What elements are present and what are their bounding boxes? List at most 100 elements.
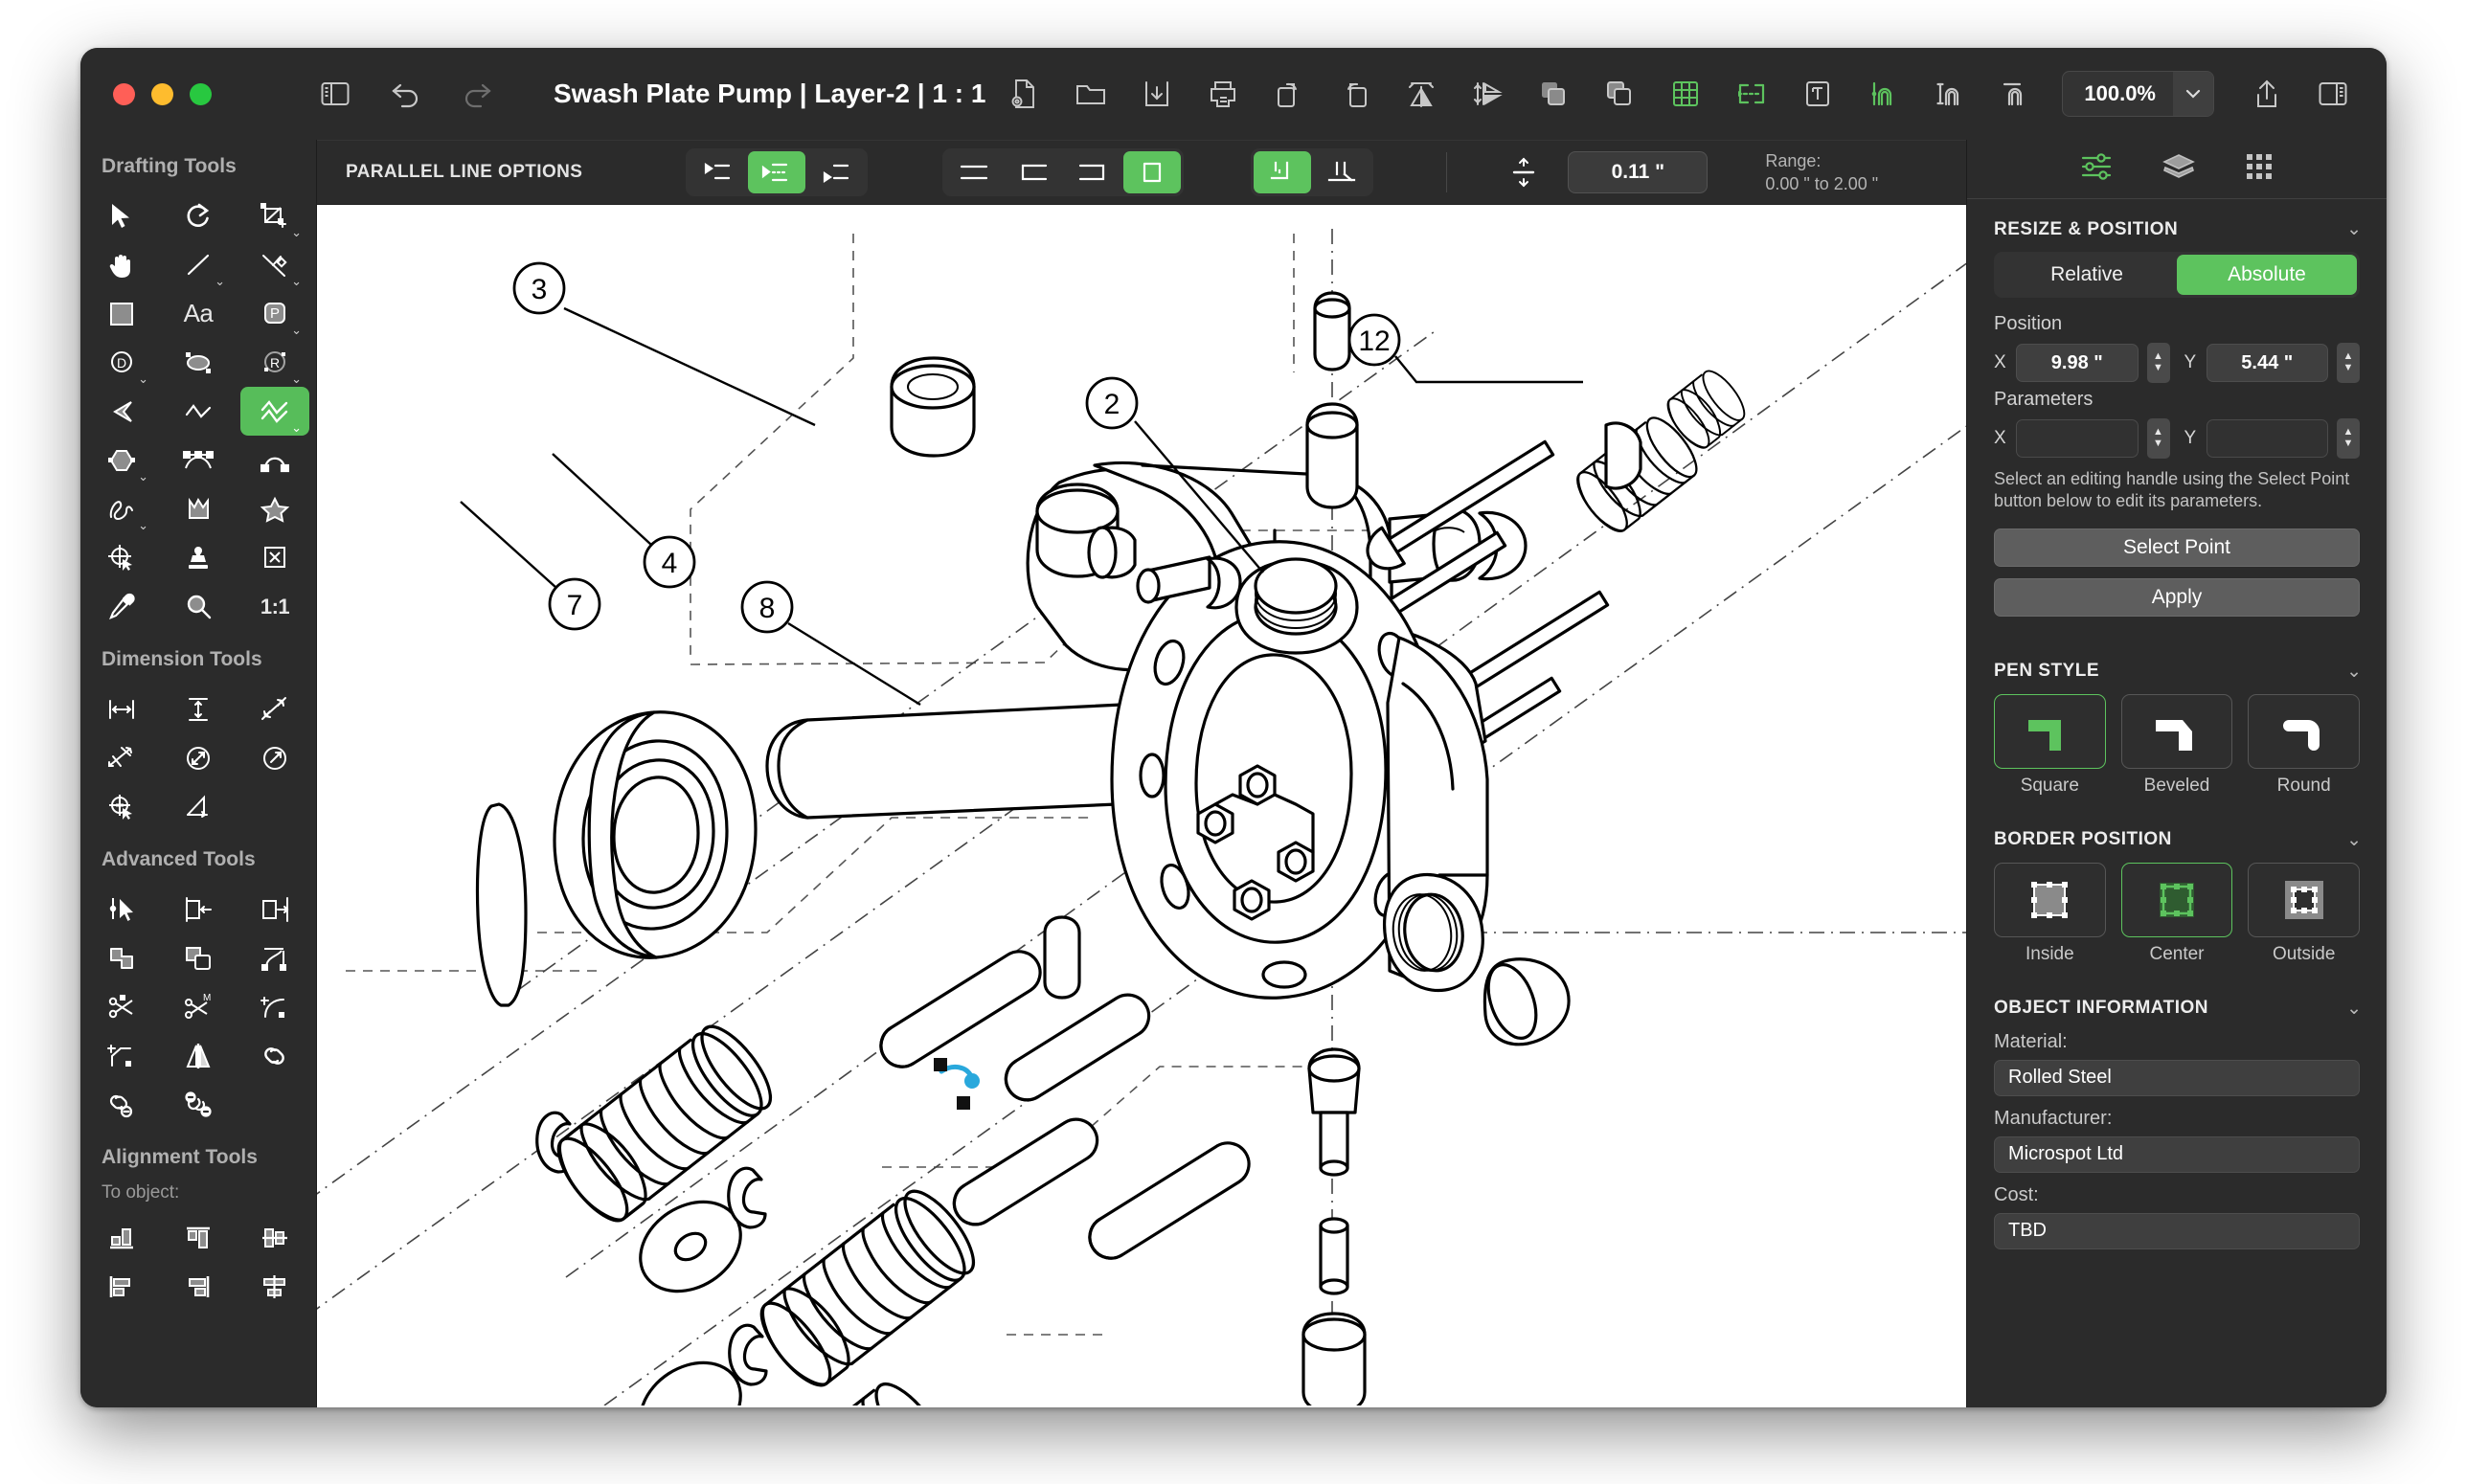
maximize-button[interactable] (190, 83, 212, 105)
material-input[interactable]: Rolled Steel (1994, 1060, 2360, 1096)
horizontal-dimension-tool[interactable] (87, 685, 156, 733)
offset-start-icon[interactable] (689, 151, 746, 193)
tangent-tool[interactable] (240, 933, 309, 982)
trim-tool[interactable] (87, 982, 156, 1031)
multi-trim-tool[interactable]: M (164, 982, 233, 1031)
attributes-tab[interactable] (2080, 152, 2113, 186)
open-both-ends-icon[interactable] (945, 151, 1003, 193)
crop-tool[interactable]: ⌄ (240, 191, 309, 240)
save-download-icon[interactable] (1136, 73, 1178, 115)
zoom-control[interactable]: 100.0% (2062, 71, 2214, 117)
closed-both-icon[interactable] (1123, 151, 1181, 193)
sidebar-toggle-icon[interactable] (314, 73, 356, 115)
chevron-down-icon[interactable]: ⌄ (2346, 998, 2362, 1020)
arc-tool[interactable] (240, 436, 309, 484)
inspector-toggle-icon[interactable] (2312, 73, 2354, 115)
chevron-down-icon[interactable]: ⌄ (2346, 218, 2362, 240)
manufacturer-input[interactable]: Microspot Ltd (1994, 1136, 2360, 1173)
diameter-dimension-tool[interactable] (164, 733, 233, 782)
layers-tab[interactable] (2162, 152, 2195, 186)
flip-vertical-icon[interactable] (1466, 73, 1508, 115)
parameters-x-stepper[interactable]: ▲▼ (2147, 418, 2170, 459)
share-icon[interactable] (2246, 73, 2288, 115)
offset-center-icon[interactable] (748, 151, 805, 193)
freehand-tool[interactable]: ⌄ (87, 484, 156, 533)
anchor-point-tool[interactable] (87, 533, 156, 582)
closed-left-icon[interactable] (1005, 151, 1062, 193)
rectangle-tool[interactable] (87, 289, 156, 338)
parameters-y-stepper[interactable]: ▲▼ (2337, 418, 2360, 459)
border-position-inside[interactable]: Inside (1994, 863, 2106, 965)
radius-r-tool[interactable]: R ⌄ (240, 338, 309, 387)
border-position-center-box[interactable] (2121, 863, 2233, 937)
new-document-icon[interactable] (1004, 73, 1046, 115)
line-tool[interactable]: ⌄ (164, 240, 233, 289)
align-top-tool[interactable] (164, 1213, 233, 1262)
unlink-all-tool[interactable] (164, 1080, 233, 1129)
chevron-shape-tool[interactable] (87, 387, 156, 436)
border-position-inside-box[interactable] (1994, 863, 2106, 937)
mirror-tool[interactable] (164, 1031, 233, 1080)
flip-horizontal-icon[interactable] (1400, 73, 1442, 115)
object-information-header[interactable]: OBJECT INFORMATION ⌄ (1967, 978, 2387, 1031)
resize-position-header[interactable]: RESIZE & POSITION ⌄ (1967, 199, 2387, 252)
star-tool[interactable] (240, 484, 309, 533)
union-tool[interactable] (87, 933, 156, 982)
chevron-down-icon[interactable] (2173, 72, 2213, 116)
eyedropper-tool[interactable] (87, 582, 156, 631)
datum-point-tool[interactable] (87, 782, 156, 831)
offset-inward-tool[interactable] (164, 885, 233, 933)
vertical-dimension-tool[interactable] (164, 685, 233, 733)
delete-box-tool[interactable] (240, 533, 309, 582)
position-x-stepper[interactable]: ▲▼ (2147, 343, 2170, 383)
thickness-input[interactable]: 0.11 " (1568, 151, 1708, 193)
absolute-mode-button[interactable]: Absolute (2177, 255, 2357, 295)
actual-size-tool[interactable]: 1:1 (240, 582, 309, 631)
cap-extended-icon[interactable] (1313, 151, 1370, 193)
ellipse-tool[interactable] (164, 338, 233, 387)
pen-style-square[interactable]: Square (1994, 694, 2106, 797)
zoom-tool[interactable] (164, 582, 233, 631)
pen-style-beveled-box[interactable] (2121, 694, 2233, 769)
drawing-canvas[interactable]: .ln { fill:none; stroke:#000; stroke-wid… (317, 205, 1966, 1407)
position-x-input[interactable]: 9.98 " (2016, 344, 2139, 382)
chevron-down-icon[interactable]: ⌄ (2346, 661, 2362, 683)
fillet-tool[interactable] (240, 982, 309, 1031)
polygon-tool[interactable]: ⌄ (87, 436, 156, 484)
snap-midpoint-icon[interactable] (1929, 73, 1971, 115)
pen-style-header[interactable]: PEN STYLE ⌄ (1967, 641, 2387, 694)
pen-style-round[interactable]: Round (2248, 694, 2360, 797)
align-right-tool[interactable] (164, 1262, 233, 1311)
offset-end-icon[interactable] (807, 151, 865, 193)
apply-button[interactable]: Apply (1994, 578, 2360, 617)
border-position-outside[interactable]: Outside (2248, 863, 2360, 965)
text-tool[interactable]: Aa (164, 289, 233, 338)
angled-dimension-tool[interactable] (87, 733, 156, 782)
rotate-tool[interactable] (164, 191, 233, 240)
chamfer-tool[interactable] (87, 1031, 156, 1080)
cap-square-icon[interactable] (1254, 151, 1311, 193)
parallel-line-tool[interactable]: ⌄ (240, 387, 309, 436)
closed-right-icon[interactable] (1064, 151, 1121, 193)
select-arrow-tool[interactable] (87, 191, 156, 240)
pan-tool[interactable] (87, 240, 156, 289)
stamp-tool[interactable] (164, 533, 233, 582)
border-position-center[interactable]: Center (2121, 863, 2233, 965)
subtract-tool[interactable] (164, 933, 233, 982)
align-bottom-tool[interactable] (87, 1213, 156, 1262)
close-button[interactable] (113, 83, 135, 105)
border-position-header[interactable]: BORDER POSITION ⌄ (1967, 810, 2387, 863)
aligned-dimension-tool[interactable] (240, 685, 309, 733)
position-y-input[interactable]: 5.44 " (2207, 344, 2329, 382)
snap-point-icon[interactable] (1863, 73, 1905, 115)
send-backward-icon[interactable] (1598, 73, 1641, 115)
rotate-left-icon[interactable] (1334, 73, 1376, 115)
link-tool[interactable] (240, 1031, 309, 1080)
select-point-button[interactable]: Select Point (1994, 528, 2360, 567)
print-icon[interactable] (1202, 73, 1244, 115)
dimension-d-tool[interactable]: D ⌄ (87, 338, 156, 387)
pen-style-square-box[interactable] (1994, 694, 2106, 769)
border-position-outside-box[interactable] (2248, 863, 2360, 937)
pen-style-beveled[interactable]: Beveled (2121, 694, 2233, 797)
angle-line-tool[interactable]: ⌄ (240, 240, 309, 289)
